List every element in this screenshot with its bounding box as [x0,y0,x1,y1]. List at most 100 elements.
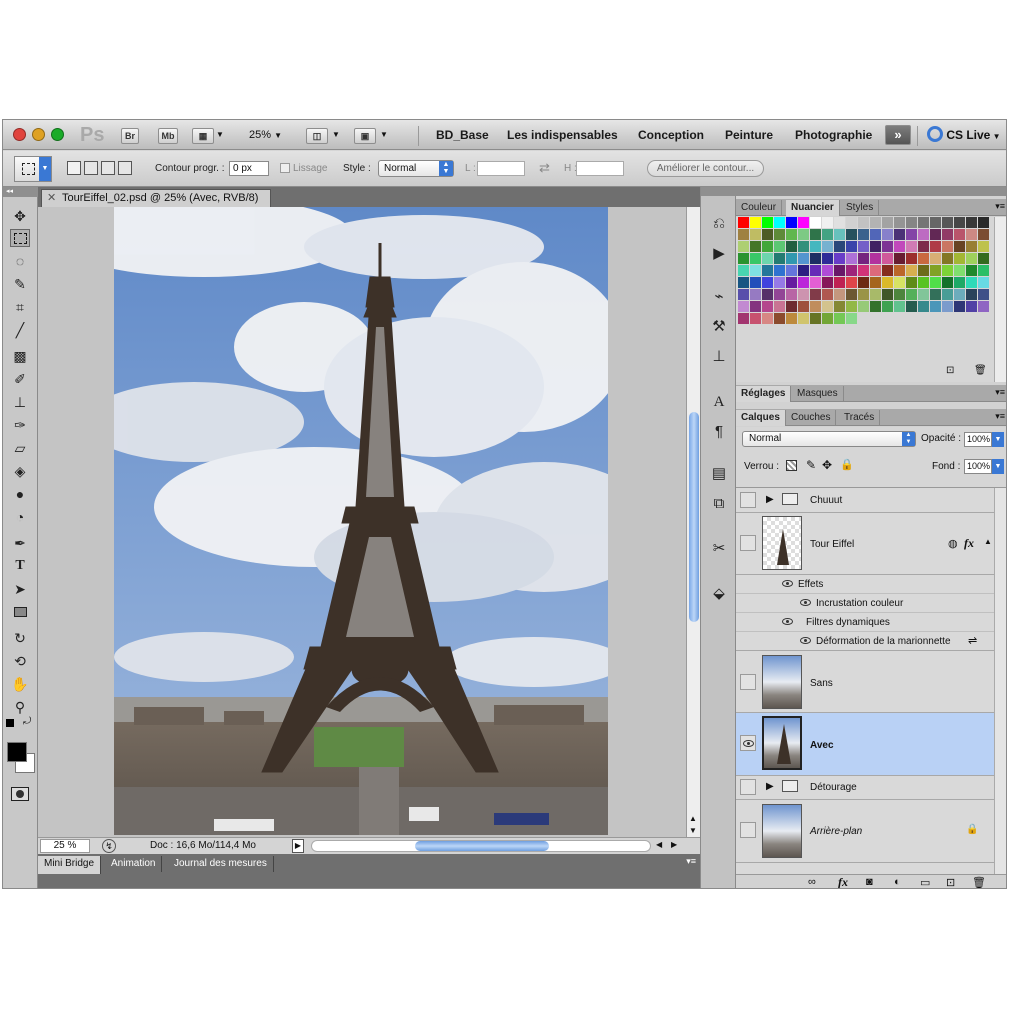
swatch[interactable] [762,241,773,252]
swatch[interactable] [942,277,953,288]
screen-mode-button[interactable]: ▣ [354,128,376,144]
paint-bucket-tool-icon[interactable]: ◈ [10,462,30,480]
swatch[interactable] [870,241,881,252]
swatch[interactable] [774,229,785,240]
swatch[interactable] [774,217,785,228]
swatch[interactable] [894,277,905,288]
zoom-window-button[interactable] [51,128,64,141]
layers-panel-menu-icon[interactable]: ▾≡ [995,411,1005,422]
swatch[interactable] [750,301,761,312]
layer-visibility-toggle[interactable] [740,535,756,551]
new-selection-mode-button[interactable] [67,161,81,175]
swatch[interactable] [834,217,845,228]
tab-measurement-log[interactable]: Journal des mesures [168,856,274,872]
swatch[interactable] [966,229,977,240]
canvas-workspace[interactable] [38,207,686,837]
swatch[interactable] [858,241,869,252]
tab-mini-bridge[interactable]: Mini Bridge [38,856,102,874]
swatch[interactable] [762,313,773,324]
swatch[interactable] [870,265,881,276]
swatch[interactable] [918,229,929,240]
swatch[interactable] [966,289,977,300]
swatch[interactable] [822,217,833,228]
default-colors-icon[interactable] [6,719,14,727]
layers-scrollbar[interactable] [994,488,1006,875]
new-group-icon[interactable]: ▭ [920,876,930,888]
document-tab[interactable]: ✕ TourEiffel_02.psd @ 25% (Avec, RVB/8) [41,189,271,207]
swatch[interactable] [954,229,965,240]
opacity-dropdown-icon[interactable]: ▼ [992,432,1004,447]
new-layer-icon[interactable]: ⊡ [946,876,955,888]
swatch[interactable] [834,265,845,276]
swatch[interactable] [810,289,821,300]
lock-image-icon[interactable]: ✎ [806,458,816,472]
swatch[interactable] [906,241,917,252]
swatch[interactable] [846,301,857,312]
layer-group-chuuut[interactable]: ▶ Chuuut [736,488,994,513]
view-extras-dropdown-icon[interactable]: ▼ [216,130,224,139]
swatch[interactable] [762,217,773,228]
eiffel-tower-photo[interactable] [114,207,608,835]
swatch[interactable] [930,241,941,252]
swatches-scrollbar[interactable] [994,217,1006,382]
new-swatch-icon[interactable]: ⊡ [946,365,954,376]
swatch[interactable] [774,313,785,324]
eye-icon[interactable] [800,599,811,606]
swatch[interactable] [846,241,857,252]
layer-group-detourage[interactable]: ▶ Détourage [736,776,994,800]
swatch[interactable] [834,277,845,288]
swatch[interactable] [918,301,929,312]
hand-tool-icon[interactable]: ✋ [10,675,30,693]
swatch[interactable] [966,241,977,252]
zoom-tool-icon[interactable]: ⚲ [10,698,30,716]
clone-stamp-tool-icon[interactable]: ⊥ [10,393,30,411]
swatch[interactable] [750,253,761,264]
style-select[interactable]: Normal ▲ ▼ [378,160,454,177]
swatch[interactable] [918,289,929,300]
swatch[interactable] [774,301,785,312]
fill-input[interactable]: 100% [964,459,992,474]
swatch[interactable] [738,301,749,312]
swatch[interactable] [786,253,797,264]
swatch[interactable] [906,217,917,228]
smart-filters-row[interactable]: Filtres dynamiques [736,613,994,632]
swatch[interactable] [798,217,809,228]
dock-collapse-bar[interactable] [701,187,737,196]
tab-swatches[interactable]: Nuancier [786,200,840,216]
lock-position-icon[interactable]: ✥ [822,458,832,472]
screen-mode-dropdown-icon[interactable]: ▼ [380,130,388,139]
swatch[interactable] [810,313,821,324]
swatch[interactable] [882,241,893,252]
workspace-painting[interactable]: Peinture [725,128,773,142]
swatch[interactable] [870,217,881,228]
swatch[interactable] [738,313,749,324]
swatch[interactable] [834,313,845,324]
swatch[interactable] [858,253,869,264]
swatch[interactable] [762,265,773,276]
swatch[interactable] [846,289,857,300]
swatch[interactable] [978,217,989,228]
crop-tool-icon[interactable]: ⌗ [10,298,30,316]
swatch[interactable] [870,301,881,312]
swatch[interactable] [738,253,749,264]
swatch[interactable] [858,265,869,276]
swatch[interactable] [834,289,845,300]
workspace-essentials[interactable]: Les indispensables [507,128,618,142]
rectangle-shape-tool-icon[interactable] [10,603,30,621]
swatch[interactable] [810,229,821,240]
swatch[interactable] [906,277,917,288]
swatch[interactable] [798,313,809,324]
swatch[interactable] [810,241,821,252]
swatch[interactable] [762,229,773,240]
layer-tour-eiffel[interactable]: Tour Eiffel ◍ fx ▲ [736,513,994,575]
swatch[interactable] [774,289,785,300]
horizontal-scrollbar[interactable] [311,840,651,852]
swatch[interactable] [798,301,809,312]
swatch[interactable] [822,313,833,324]
swatch[interactable] [750,241,761,252]
swatch[interactable] [822,229,833,240]
group-expand-arrow[interactable]: ▶ [766,494,774,505]
toolbar-collapse-bar[interactable]: ◂◂ [3,187,38,197]
swatch[interactable] [774,253,785,264]
swatch[interactable] [822,241,833,252]
